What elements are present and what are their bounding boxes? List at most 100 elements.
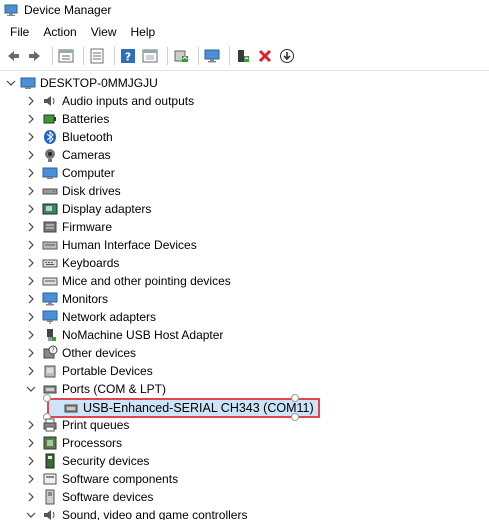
category-audio[interactable]: Audio inputs and outputs <box>0 92 489 110</box>
category-keyboards[interactable]: Keyboards <box>0 254 489 272</box>
toolbar-separator <box>52 47 53 65</box>
category-label: Computer <box>62 166 115 180</box>
category-label: Firmware <box>62 220 112 234</box>
chevron-right-icon[interactable] <box>26 204 36 214</box>
category-ports[interactable]: Ports (COM & LPT) <box>0 380 489 398</box>
battery-icon <box>42 111 58 127</box>
refresh-icon[interactable] <box>88 47 106 65</box>
category-mice[interactable]: Mice and other pointing devices <box>0 272 489 290</box>
category-portable-devices[interactable]: Portable Devices <box>0 362 489 380</box>
software-component-icon <box>42 471 58 487</box>
chevron-right-icon[interactable] <box>26 276 36 286</box>
category-monitors[interactable]: Monitors <box>0 290 489 308</box>
chevron-down-icon[interactable] <box>26 384 36 394</box>
category-batteries[interactable]: Batteries <box>0 110 489 128</box>
category-nomachine[interactable]: NoMachine USB Host Adapter <box>0 326 489 344</box>
toolbar-separator <box>198 47 199 65</box>
category-label: Monitors <box>62 292 109 306</box>
category-processors[interactable]: Processors <box>0 434 489 452</box>
title-bar: Device Manager <box>0 0 489 20</box>
chevron-right-icon[interactable] <box>26 96 36 106</box>
port-device-row[interactable]: USB-Enhanced-SERIAL CH343 (COM11) <box>0 394 489 421</box>
show-hidden-icon[interactable] <box>141 47 159 65</box>
category-hid[interactable]: Human Interface Devices <box>0 236 489 254</box>
help-icon[interactable]: ? <box>119 47 137 65</box>
display-adapter-icon <box>42 201 58 217</box>
chevron-right-icon[interactable] <box>26 222 36 232</box>
category-label: Processors <box>62 436 123 450</box>
chevron-right-icon[interactable] <box>26 132 36 142</box>
chevron-right-icon[interactable] <box>26 186 36 196</box>
sound-icon <box>42 507 58 520</box>
properties-icon[interactable] <box>57 47 75 65</box>
category-network-adapters[interactable]: Network adapters <box>0 308 489 326</box>
device-tree: DESKTOP-0MMJGJU Audio inputs and outputs… <box>0 74 489 520</box>
category-display-adapters[interactable]: Display adapters <box>0 200 489 218</box>
monitor-icon[interactable] <box>203 47 221 65</box>
chevron-right-icon[interactable] <box>26 420 36 430</box>
category-label: Software devices <box>62 490 154 504</box>
chevron-down-icon[interactable] <box>6 78 16 88</box>
toolbar-separator <box>167 47 168 65</box>
audio-icon <box>42 93 58 109</box>
chevron-right-icon[interactable] <box>26 294 36 304</box>
chevron-down-icon[interactable] <box>26 510 36 520</box>
category-print-queues[interactable]: Print queues <box>0 416 489 434</box>
category-label: Disk drives <box>62 184 121 198</box>
category-label: Network adapters <box>62 310 157 324</box>
category-disk-drives[interactable]: Disk drives <box>0 182 489 200</box>
category-label: Portable Devices <box>62 364 153 378</box>
menu-help[interactable]: Help <box>124 25 163 39</box>
security-icon <box>42 453 58 469</box>
selected-device[interactable]: USB-Enhanced-SERIAL CH343 (COM11) <box>47 398 320 418</box>
chevron-right-icon[interactable] <box>26 258 36 268</box>
svg-text:?: ? <box>125 51 131 64</box>
selection-handle <box>43 394 51 402</box>
chevron-right-icon[interactable] <box>26 168 36 178</box>
scan-hardware-icon[interactable] <box>172 47 190 65</box>
category-software-devices[interactable]: Software devices <box>0 488 489 506</box>
chevron-right-icon[interactable] <box>26 456 36 466</box>
toolbar: ? <box>0 44 489 68</box>
download-icon[interactable] <box>278 47 296 65</box>
other-devices-icon: ? <box>42 345 58 361</box>
chevron-right-icon[interactable] <box>26 114 36 124</box>
computer-icon <box>20 75 36 91</box>
back-icon[interactable] <box>4 47 22 65</box>
category-software-components[interactable]: Software components <box>0 470 489 488</box>
chevron-right-icon[interactable] <box>26 330 36 340</box>
firmware-icon <box>42 219 58 235</box>
mouse-icon <box>42 273 58 289</box>
category-firmware[interactable]: Firmware <box>0 218 489 236</box>
menu-file[interactable]: File <box>0 25 36 39</box>
category-sound-controllers[interactable]: Sound, video and game controllers <box>0 506 489 520</box>
processor-icon <box>42 435 58 451</box>
chevron-right-icon[interactable] <box>26 312 36 322</box>
computer-icon <box>42 165 58 181</box>
chevron-right-icon[interactable] <box>26 150 36 160</box>
toolbar-separator <box>83 47 84 65</box>
add-driver-icon[interactable] <box>234 47 252 65</box>
category-label: Other devices <box>62 346 137 360</box>
chevron-right-icon[interactable] <box>26 348 36 358</box>
category-security-devices[interactable]: Security devices <box>0 452 489 470</box>
category-label: Cameras <box>62 148 111 162</box>
camera-icon <box>42 147 58 163</box>
uninstall-icon[interactable] <box>256 47 274 65</box>
chevron-right-icon[interactable] <box>26 438 36 448</box>
chevron-right-icon[interactable] <box>26 474 36 484</box>
category-label: Software components <box>62 472 179 486</box>
chevron-right-icon[interactable] <box>26 240 36 250</box>
menu-view[interactable]: View <box>84 25 124 39</box>
window-title: Device Manager <box>24 3 112 17</box>
tree-root[interactable]: DESKTOP-0MMJGJU <box>0 74 489 92</box>
chevron-right-icon[interactable] <box>26 492 36 502</box>
chevron-right-icon[interactable] <box>26 366 36 376</box>
category-other-devices[interactable]: ? Other devices <box>0 344 489 362</box>
port-icon <box>63 400 79 416</box>
category-cameras[interactable]: Cameras <box>0 146 489 164</box>
forward-icon[interactable] <box>26 47 44 65</box>
menu-action[interactable]: Action <box>36 25 83 39</box>
category-computer[interactable]: Computer <box>0 164 489 182</box>
category-bluetooth[interactable]: Bluetooth <box>0 128 489 146</box>
